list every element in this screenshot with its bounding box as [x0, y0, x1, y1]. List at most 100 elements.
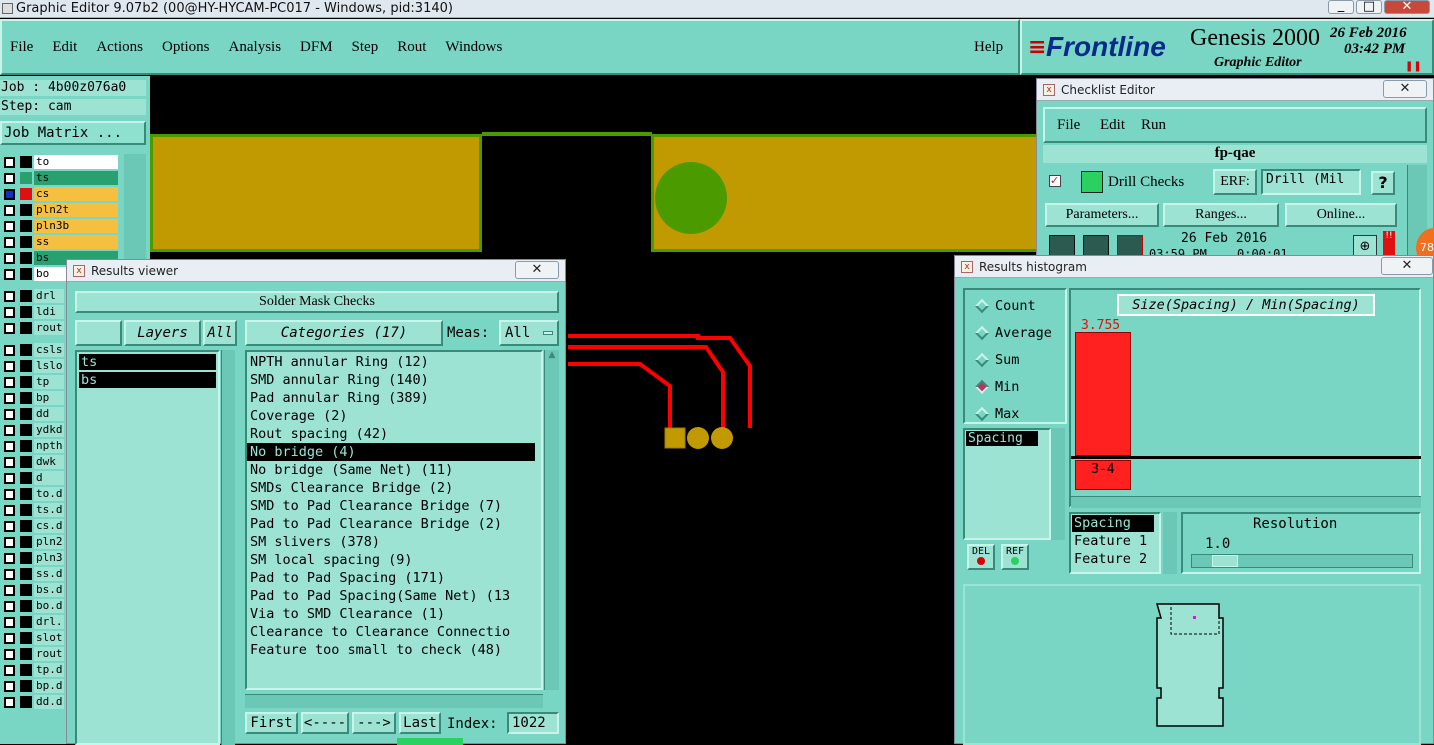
layer-name[interactable]: d [34, 471, 64, 485]
checklist-menu-run[interactable]: Run [1141, 117, 1166, 134]
categories-list[interactable]: NPTH annular Ring (12) SMD annular Ring (… [245, 350, 543, 690]
layer-name[interactable]: tp [34, 375, 64, 389]
layer-name[interactable]: bp [34, 391, 64, 405]
categories-vscroll[interactable]: ▲ [544, 350, 559, 690]
layer-checkbox[interactable] [4, 584, 15, 596]
resolution-slider[interactable] [1191, 554, 1413, 568]
close-window-button[interactable]: ✕ [1384, 0, 1430, 14]
attribute-scrollbar[interactable] [1051, 428, 1065, 540]
layer-name[interactable]: slot [34, 631, 64, 645]
layer-name[interactable]: csls [34, 343, 64, 357]
radio-count[interactable] [974, 298, 990, 313]
radio-sum[interactable] [974, 352, 990, 367]
layer-color-swatch[interactable] [20, 220, 32, 232]
layers-all-button[interactable]: All [203, 320, 237, 346]
erf-field[interactable]: Drill (Mil [1261, 169, 1361, 195]
menu-file[interactable]: File [10, 39, 33, 56]
layer-color-swatch[interactable] [20, 552, 32, 564]
mode-sum[interactable]: Sum [965, 346, 1065, 373]
layer-color-swatch[interactable] [20, 696, 32, 708]
layer-color-swatch[interactable] [20, 632, 32, 644]
attr-spacing[interactable]: Spacing [1072, 515, 1154, 532]
layer-checkbox[interactable] [4, 616, 15, 628]
layer-checkbox[interactable] [4, 220, 15, 232]
layer-name[interactable]: cs.d [34, 519, 64, 533]
layer-checkbox[interactable] [4, 552, 15, 564]
menu-actions[interactable]: Actions [96, 39, 143, 56]
layer-name[interactable]: rout [34, 647, 64, 661]
checklist-menu-file[interactable]: File [1057, 117, 1080, 134]
category-item[interactable]: Coverage (2) [247, 407, 541, 425]
layer-color-swatch[interactable] [20, 680, 32, 692]
scroll-up-icon[interactable]: ▲ [545, 350, 559, 360]
layer-name[interactable]: ts [34, 171, 118, 185]
layer-color-swatch[interactable] [20, 408, 32, 420]
layer-color-swatch[interactable] [20, 600, 32, 612]
layer-checkbox[interactable] [4, 252, 15, 264]
category-item[interactable]: SMDs Clearance Bridge (2) [247, 479, 541, 497]
layer-name[interactable]: pln2 [34, 535, 64, 549]
layer-name[interactable]: cs [34, 187, 118, 201]
menu-analysis[interactable]: Analysis [229, 39, 282, 56]
checklist-menu-edit[interactable]: Edit [1100, 117, 1125, 134]
category-item[interactable]: SM local spacing (9) [247, 551, 541, 569]
layer-checkbox[interactable] [4, 376, 15, 388]
layer-result-bs[interactable]: bs [79, 372, 216, 388]
ref-button[interactable]: REF [1001, 544, 1029, 570]
layer-name[interactable]: ss [34, 235, 118, 249]
layer-color-swatch[interactable] [20, 648, 32, 660]
category-item[interactable]: Clearance to Clearance Connectio [247, 623, 541, 641]
layer-name[interactable]: dd.d [34, 695, 64, 709]
layer-color-swatch[interactable] [20, 520, 32, 532]
layer-name[interactable]: tp.d [34, 663, 64, 677]
histogram-hscroll[interactable] [1071, 496, 1421, 508]
meas-dropdown[interactable]: All [499, 320, 559, 346]
layer-checkbox[interactable] [4, 456, 15, 468]
layer-name[interactable]: bo.d [34, 599, 64, 613]
layer-checkbox[interactable] [4, 156, 15, 168]
nav-next-button[interactable]: ---> [352, 712, 396, 734]
layer-color-swatch[interactable] [20, 440, 32, 452]
radio-max[interactable] [974, 406, 990, 421]
menu-edit[interactable]: Edit [52, 39, 77, 56]
histogram-bin-label[interactable]: 3-4 [1075, 460, 1131, 490]
attr-list-2[interactable]: Spacing Feature 1 Feature 2 [1069, 512, 1161, 574]
layer-color-swatch[interactable] [20, 568, 32, 580]
category-item[interactable]: Pad to Pad Spacing (171) [247, 569, 541, 587]
layer-color-swatch[interactable] [20, 472, 32, 484]
category-item[interactable]: No bridge (Same Net) (11) [247, 461, 541, 479]
layer-checkbox[interactable] [4, 680, 15, 692]
layers-list[interactable]: ts bs [75, 350, 220, 745]
layer-checkbox[interactable] [4, 648, 15, 660]
histogram-close-button[interactable]: ✕ [1381, 257, 1433, 275]
layer-name[interactable]: drl [34, 289, 64, 303]
layer-checkbox[interactable] [4, 408, 15, 420]
minimize-button[interactable]: _ [1328, 0, 1354, 14]
layer-result-ts[interactable]: ts [79, 354, 216, 370]
layer-name[interactable]: dd [34, 407, 64, 421]
layer-color-swatch[interactable] [20, 504, 32, 516]
job-matrix-button[interactable]: Job Matrix ... [0, 121, 146, 145]
layer-checkbox[interactable] [4, 504, 15, 516]
layer-checkbox[interactable] [4, 306, 15, 318]
layer-color-swatch[interactable] [20, 392, 32, 404]
layer-name[interactable]: pln3b [34, 219, 118, 233]
category-item[interactable]: SMD annular Ring (140) [247, 371, 541, 389]
mode-min[interactable]: Min [965, 373, 1065, 400]
layer-color-swatch[interactable] [20, 344, 32, 356]
radio-average[interactable] [974, 325, 990, 340]
category-item[interactable]: Pad annular Ring (389) [247, 389, 541, 407]
layer-name[interactable]: bs.d [34, 583, 64, 597]
layer-color-swatch[interactable] [20, 188, 32, 200]
menu-help[interactable]: Help [974, 39, 1003, 56]
layer-name[interactable]: to [34, 155, 118, 169]
layer-name[interactable]: pln3 [34, 551, 64, 565]
attr-feature-1[interactable]: Feature 1 [1071, 532, 1159, 550]
attr-feature-2[interactable]: Feature 2 [1071, 550, 1159, 568]
ranges-button[interactable]: Ranges... [1163, 203, 1279, 227]
slider-thumb[interactable] [1212, 555, 1238, 567]
layer-name[interactable]: to.d [34, 487, 64, 501]
layer-color-swatch[interactable] [20, 236, 32, 248]
layer-checkbox[interactable] [4, 696, 15, 708]
erf-button[interactable]: ERF: [1213, 169, 1257, 195]
